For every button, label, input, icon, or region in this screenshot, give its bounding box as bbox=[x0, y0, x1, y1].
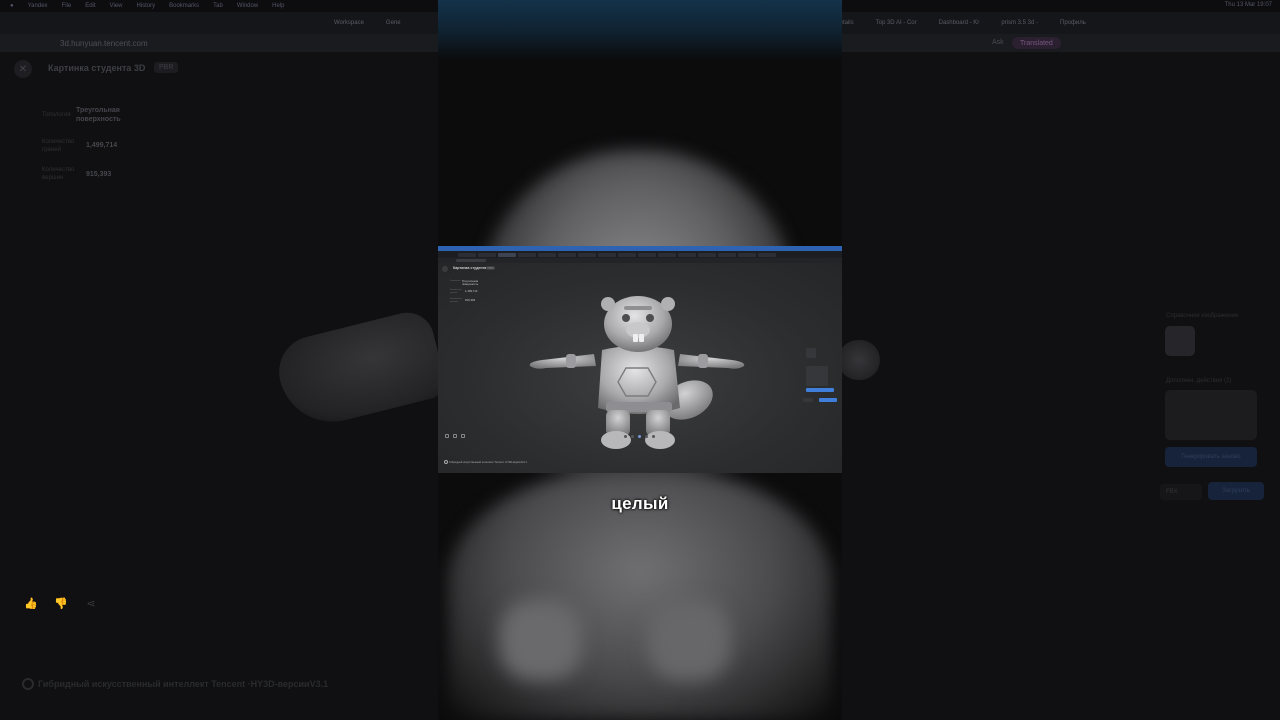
inner-thumbs-down-icon[interactable] bbox=[453, 434, 457, 438]
inner-stat-label: Топология bbox=[450, 280, 461, 282]
inner-feedback-icons bbox=[445, 434, 465, 438]
inner-close-icon[interactable] bbox=[442, 266, 448, 272]
menubar-item[interactable]: View bbox=[110, 3, 123, 9]
close-icon[interactable]: ✕ bbox=[14, 60, 32, 78]
apple-icon: ● bbox=[10, 3, 14, 9]
inner-share-icon[interactable] bbox=[461, 434, 465, 438]
view-mode-dot[interactable] bbox=[638, 435, 641, 438]
thumbs-up-icon[interactable]: 👍 bbox=[23, 596, 39, 610]
reference-title: Справочное изображение bbox=[1166, 313, 1239, 319]
blurred-model-foot-right bbox=[648, 600, 730, 680]
browser-tab[interactable]: Dashboard - Kr bbox=[931, 16, 988, 30]
blurred-model-foot-left bbox=[500, 600, 582, 680]
thumbs-down-icon[interactable]: 👎 bbox=[53, 596, 69, 610]
download-button[interactable]: Загрузить bbox=[1208, 482, 1264, 500]
stat-value: 915,393 bbox=[86, 171, 112, 178]
view-mode-dot[interactable] bbox=[645, 435, 648, 438]
reference-thumbnail[interactable] bbox=[1165, 326, 1195, 356]
pbr-badge: PBR bbox=[154, 62, 179, 73]
browser-tab[interactable]: prism 3.5 3d - bbox=[993, 16, 1046, 30]
inner-stat-label: Количество вершин bbox=[450, 298, 462, 303]
menubar-item[interactable]: Bookmarks bbox=[169, 3, 199, 9]
menubar-item[interactable]: Help bbox=[272, 3, 284, 9]
page-title: Картинка студента 3D bbox=[48, 63, 146, 73]
inner-hunyuan-logo-icon bbox=[444, 460, 448, 464]
top-gradient bbox=[438, 0, 842, 60]
inner-stat-value: 915,393 bbox=[465, 298, 476, 302]
browser-tab[interactable]: Top 3D AI - Cor bbox=[868, 16, 925, 30]
stat-value: 1,499,714 bbox=[86, 142, 118, 149]
generated-title: Дополнен. действия (2) bbox=[1166, 378, 1232, 384]
browser-tab[interactable]: Gene bbox=[378, 16, 409, 30]
inner-screenshot: Картинка студента 3D PBR Топология Треуг… bbox=[438, 246, 842, 473]
translated-badge[interactable]: Translated bbox=[1012, 37, 1061, 49]
inner-side-panel bbox=[803, 342, 839, 406]
ask-button[interactable]: Ask bbox=[992, 39, 1004, 46]
inner-thumbs-up-icon[interactable] bbox=[445, 434, 449, 438]
video-column: Картинка студента 3D PBR Топология Треуг… bbox=[438, 0, 842, 720]
view-mode-dot[interactable] bbox=[652, 435, 655, 438]
inner-reference-thumbnail[interactable] bbox=[806, 348, 816, 358]
generated-thumbnail[interactable] bbox=[1165, 390, 1257, 440]
inner-stat-value: 1,499,714 bbox=[465, 289, 478, 293]
view-mode-dot[interactable] bbox=[631, 435, 634, 438]
inner-view-mode-toggle bbox=[624, 435, 655, 438]
regenerate-button[interactable]: Генерировать заново bbox=[1165, 447, 1257, 467]
format-select[interactable]: FBX bbox=[1160, 484, 1202, 500]
inner-stat-value: Треугольная поверхность bbox=[462, 279, 479, 287]
video-subtitle: целый bbox=[611, 494, 669, 513]
menubar-item[interactable]: Edit bbox=[85, 3, 95, 9]
inner-pbr-badge: PBR bbox=[486, 266, 496, 270]
model-arm-right bbox=[838, 340, 880, 380]
inner-footer-text: Гибридный искусственный интеллект Tencen… bbox=[449, 460, 527, 464]
inner-stat-label: Количество граней bbox=[450, 289, 462, 294]
inner-generated-thumbnail[interactable] bbox=[806, 366, 828, 386]
stat-label: Количество вершин bbox=[42, 167, 75, 181]
inner-footer: Гибридный искусственный интеллект Tencen… bbox=[444, 460, 527, 464]
inner-regenerate-button[interactable] bbox=[806, 388, 834, 392]
inner-format-select[interactable] bbox=[803, 398, 813, 402]
inner-download-button[interactable] bbox=[819, 398, 837, 402]
menubar-item[interactable]: History bbox=[136, 3, 155, 9]
menubar-app: Yandex bbox=[27, 3, 48, 9]
menubar-item[interactable]: File bbox=[62, 3, 72, 9]
page-footer: Гибридный искусственный интеллект Tencen… bbox=[22, 678, 328, 690]
browser-tab[interactable]: Профиль bbox=[1052, 16, 1094, 30]
stat-label: Топология bbox=[42, 112, 71, 118]
footer-text: Гибридный искусственный интеллект Tencen… bbox=[38, 679, 329, 689]
menubar-clock: Thu 13 Mar 19:07 bbox=[1224, 2, 1272, 8]
stat-label: Количество граней bbox=[42, 139, 75, 153]
view-mode-dot[interactable] bbox=[624, 435, 627, 438]
hunyuan-logo-icon bbox=[22, 678, 34, 690]
stat-value: Треугольная поверхность bbox=[76, 107, 121, 123]
share-icon[interactable]: ⋖ bbox=[83, 596, 99, 610]
menubar-item[interactable]: Tab bbox=[213, 3, 223, 9]
format-value: FBX bbox=[1166, 489, 1178, 495]
browser-tab[interactable]: Workspace bbox=[326, 16, 372, 30]
inner-tab-strip bbox=[438, 251, 842, 258]
url-text[interactable]: 3d.hunyuan.tencent.com bbox=[60, 39, 148, 48]
menubar-item[interactable]: Window bbox=[237, 3, 258, 9]
